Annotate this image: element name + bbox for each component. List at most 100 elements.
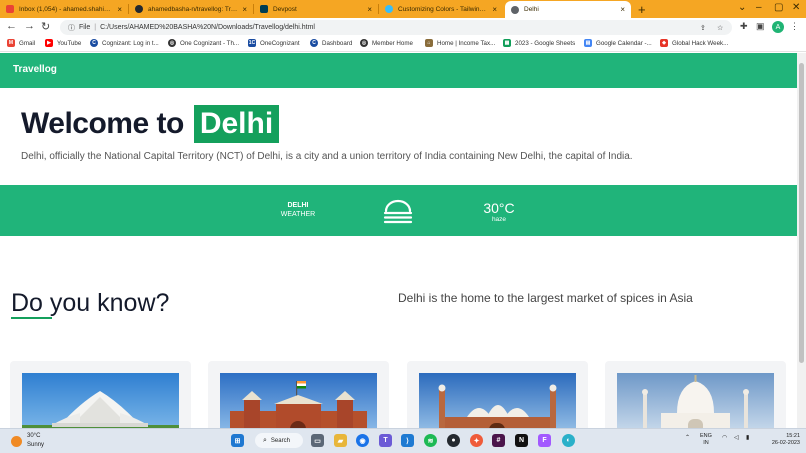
tab-label: Customizing Colors - Tailwind C: [398, 5, 489, 13]
github-desktop-icon[interactable]: ●: [447, 434, 460, 447]
task-view-icon[interactable]: ▭: [311, 434, 324, 447]
forward-icon[interactable]: →: [24, 20, 35, 32]
taskbar-weather-condition[interactable]: Sunny: [27, 442, 44, 448]
back-icon[interactable]: ←: [6, 20, 17, 32]
globe-icon: ◎: [168, 39, 176, 47]
sun-icon[interactable]: [11, 436, 22, 447]
notion-icon[interactable]: N: [515, 434, 528, 447]
address-prefix: File: [79, 24, 91, 31]
card-red-fort[interactable]: [208, 361, 389, 428]
tab-tailwind[interactable]: Customizing Colors - Tailwind C ×: [379, 0, 503, 18]
globe-icon: ◎: [360, 39, 368, 47]
menu-kebab-icon[interactable]: ⋮: [790, 21, 799, 32]
address-url: C:/Users/AHAMED%20BASHA%20N/Downloads/Tr…: [100, 24, 315, 31]
slack-icon[interactable]: #: [492, 434, 505, 447]
weather-condition: haze: [491, 216, 507, 223]
bookmark-gmail[interactable]: M Gmail: [7, 39, 35, 47]
tab-label: Delhi: [524, 6, 539, 13]
page-viewport: Travellog Welcome to Delhi Delhi, offici…: [0, 53, 797, 428]
maximize-icon[interactable]: ▢: [774, 2, 783, 13]
card-taj-mahal[interactable]: [605, 361, 786, 428]
did-you-know-heading: Do you know?: [11, 289, 170, 317]
jama-masjid-image: [419, 373, 576, 428]
close-icon[interactable]: ×: [367, 5, 372, 14]
brand-logo[interactable]: Travellog: [13, 64, 57, 75]
card-jama-masjid[interactable]: [407, 361, 588, 428]
tab-github[interactable]: ahamedbasha-n/travellog: Trave ×: [129, 0, 253, 18]
tab-delhi[interactable]: Delhi ×: [505, 1, 631, 18]
reload-icon[interactable]: ↻: [41, 20, 50, 33]
clock-time: 15:21: [786, 433, 800, 439]
chrome-icon[interactable]: ◉: [356, 434, 369, 447]
close-icon[interactable]: ×: [492, 5, 497, 14]
battery-icon[interactable]: ▮: [746, 434, 749, 441]
bookmark-dashboard[interactable]: C Dashboard: [310, 39, 352, 47]
bookmark-google-sheets[interactable]: ▦ 2023 - Google Sheets: [503, 39, 575, 47]
cognizant-icon: C: [90, 39, 98, 47]
windows-start-icon[interactable]: ⊞: [231, 434, 244, 447]
wifi-icon[interactable]: ◠: [722, 434, 727, 441]
bookmark-star-icon[interactable]: ☆: [717, 24, 723, 32]
tailwind-icon: [385, 5, 393, 13]
scrollbar-thumb[interactable]: [799, 63, 804, 363]
bookmark-one-cognizant[interactable]: ◎ One Cognizant - Th...: [168, 39, 239, 47]
weather-city: DELHI: [287, 202, 309, 209]
tab-devpost[interactable]: Devpost ×: [254, 0, 378, 18]
extensions-icon[interactable]: ✚: [740, 21, 748, 32]
region-code: IN: [703, 440, 709, 446]
close-icon[interactable]: ×: [620, 5, 625, 14]
chevron-down-icon[interactable]: ⌄: [738, 2, 746, 13]
calendar-icon: ▤: [584, 39, 592, 47]
avatar[interactable]: A: [772, 21, 784, 33]
minimize-icon[interactable]: –: [756, 2, 762, 13]
vscode-icon[interactable]: ⟩: [401, 434, 414, 447]
figma-icon[interactable]: F: [538, 434, 551, 447]
taskbar-weather-temp[interactable]: 30°C: [27, 433, 40, 439]
bookmark-youtube[interactable]: ▶ YouTube: [45, 39, 81, 47]
language-code: ENG: [700, 433, 712, 439]
close-icon[interactable]: ×: [242, 5, 247, 14]
teams-icon[interactable]: T: [379, 434, 392, 447]
page-scrollbar[interactable]: [797, 53, 806, 428]
bookmark-label: Member Home: [372, 39, 413, 47]
bookmark-google-calendar[interactable]: ▤ Google Calendar -...: [584, 39, 652, 47]
side-panel-icon[interactable]: ▣: [756, 21, 765, 32]
search-label: Search: [270, 437, 290, 444]
close-icon[interactable]: ×: [117, 5, 122, 14]
red-fort-image: [220, 373, 377, 428]
bookmark-label: YouTube: [57, 39, 82, 47]
tab-gmail[interactable]: Inbox (1,054) - ahamed.shahinsh ×: [0, 0, 128, 18]
weather-label: WEATHER: [280, 211, 316, 218]
city-description: Delhi, officially the National Capital T…: [21, 151, 633, 162]
chevron-up-icon[interactable]: ⌃: [685, 434, 690, 441]
taskbar-search[interactable]: ⌕ Search: [255, 433, 303, 448]
system-clock[interactable]: 15:21 26-02-2023: [762, 433, 800, 447]
close-window-icon[interactable]: ✕: [792, 2, 800, 13]
bookmark-label: Cognizant: Log in t...: [102, 39, 159, 47]
bookmark-income-tax[interactable]: ⌂ Home | Income Tax...: [425, 39, 495, 47]
language-indicator[interactable]: ENG IN: [700, 433, 712, 447]
bookmark-label: Dashboard: [322, 39, 353, 47]
tab-label: Devpost: [273, 5, 297, 13]
browser-tab-bar: Inbox (1,054) - ahamed.shahinsh × ahamed…: [0, 0, 806, 18]
bookmark-cognizant[interactable]: C Cognizant: Log in t...: [90, 39, 159, 47]
file-explorer-icon[interactable]: ▰: [334, 434, 347, 447]
bookmark-onecognizant[interactable]: 1C OneCognizant: [248, 39, 300, 47]
postman-icon[interactable]: ✦: [470, 434, 483, 447]
card-lotus-temple[interactable]: [10, 361, 191, 428]
share-icon[interactable]: ⇪: [700, 24, 706, 32]
bookmark-global-hack-week[interactable]: ◆ Global Hack Week...: [660, 39, 728, 47]
address-bar[interactable]: ⓘ File | C:/Users/AHAMED%20BASHA%20N/Dow…: [60, 20, 732, 35]
haze-icon: [383, 199, 413, 224]
bookmark-label: 2023 - Google Sheets: [515, 39, 576, 47]
site-navbar: Travellog: [0, 53, 797, 88]
github-icon: [135, 5, 143, 13]
bookmark-label: Google Calendar -...: [596, 39, 652, 47]
city-highlight: Delhi: [193, 105, 280, 143]
taj-mahal-image: [617, 373, 774, 428]
spotify-icon[interactable]: ≋: [424, 434, 437, 447]
bookmark-member-home[interactable]: ◎ Member Home: [360, 39, 413, 47]
new-tab-button[interactable]: +: [638, 2, 646, 17]
edge-icon[interactable]: ◐: [562, 434, 575, 447]
volume-icon[interactable]: ◁: [734, 434, 739, 441]
